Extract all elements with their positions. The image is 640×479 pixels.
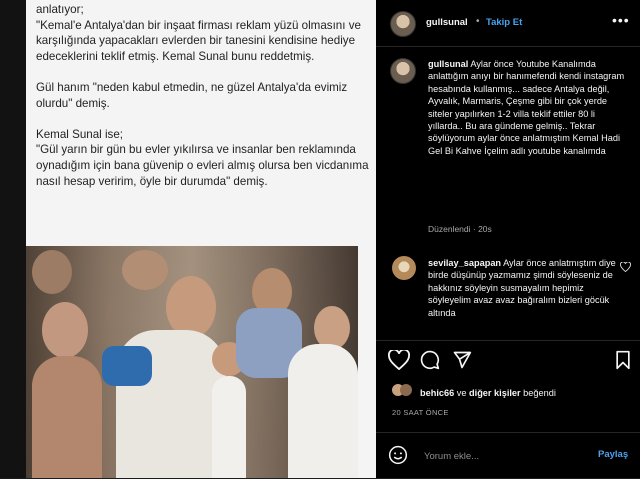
post-comment-button[interactable]: Paylaş — [598, 449, 628, 460]
comment-composer: Paylaş — [376, 432, 640, 479]
comment-icon[interactable] — [420, 350, 442, 372]
caption-text: Aylar önce Youtube Kanalımda anlattığım … — [428, 59, 625, 156]
likes-avatars — [392, 384, 412, 396]
likes-summary: behic66 ve diğer kişiler beğendi — [420, 388, 556, 398]
post-image: anlatıyor; "Kemal'e Antalya'dan bir inşa… — [26, 0, 376, 478]
action-bar — [388, 348, 638, 374]
caption-avatar[interactable] — [390, 58, 416, 84]
instagram-post-modal: anlatıyor; "Kemal'e Antalya'dan bir inşa… — [0, 0, 640, 478]
heart-icon[interactable] — [388, 348, 410, 372]
comment-username[interactable]: sevilay_sapapan — [428, 258, 501, 268]
caption-username[interactable]: gullsunal — [428, 59, 468, 69]
likes-others-link[interactable]: diğer kişiler — [469, 388, 521, 398]
likes-suffix: beğendi — [520, 388, 556, 398]
bookmark-icon[interactable] — [614, 350, 636, 372]
post-caption: gullsunal Aylar önce Youtube Kanalımda a… — [428, 58, 628, 157]
share-icon[interactable] — [452, 350, 474, 372]
header-separator: • — [476, 16, 480, 27]
post-image-margin — [358, 246, 376, 478]
likes-connector: ve — [454, 388, 470, 398]
post-header: gullsunal • Takip Et ••• — [376, 0, 640, 47]
caption-edited-time: Düzenlendi · 20s — [428, 224, 492, 234]
comment-item: sevilay_sapapan Aylar önce anlatmıştım d… — [428, 257, 618, 319]
emoji-icon[interactable] — [388, 445, 408, 465]
avatar[interactable] — [390, 11, 416, 37]
liker-avatar — [400, 384, 412, 396]
comment-avatar[interactable] — [392, 256, 416, 280]
liker-username[interactable]: behic66 — [420, 388, 454, 398]
post-photo — [26, 246, 358, 478]
more-icon[interactable]: ••• — [612, 12, 630, 28]
header-username[interactable]: gullsunal — [426, 17, 468, 28]
comment-like-icon[interactable] — [620, 261, 631, 275]
follow-button[interactable]: Takip Et — [486, 17, 522, 28]
post-time: 20 SAAT ÖNCE — [392, 408, 449, 417]
divider — [376, 340, 640, 341]
post-side-panel: gullsunal • Takip Et ••• gullsunal Aylar… — [376, 0, 640, 478]
comment-input[interactable] — [422, 446, 586, 466]
post-quote-text: anlatıyor; "Kemal'e Antalya'dan bir inşa… — [36, 3, 369, 188]
